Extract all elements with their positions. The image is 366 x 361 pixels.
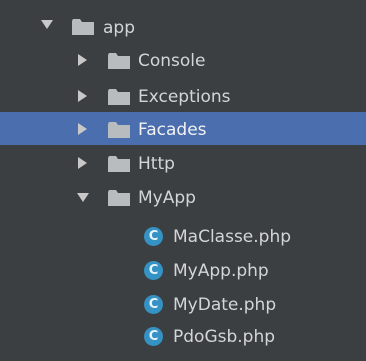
tree-item-console[interactable]: Console [0, 44, 366, 77]
project-tree: app Console Exceptions Facades Http MyAp… [0, 0, 366, 361]
collapsed-arrow-icon[interactable] [78, 123, 87, 135]
tree-item-label: Exceptions [138, 87, 231, 107]
tree-item-label: PdoGsb.php [173, 327, 276, 347]
tree-item-label: MyApp.php [173, 261, 269, 281]
php-class-icon: C [144, 327, 163, 346]
tree-item-label: app [103, 18, 135, 38]
tree-item-mydate-php[interactable]: C MyDate.php [0, 289, 366, 322]
tree-item-label: MyDate.php [173, 295, 277, 315]
collapsed-arrow-icon[interactable] [78, 54, 87, 66]
folder-icon [108, 156, 130, 172]
collapsed-arrow-icon[interactable] [78, 90, 87, 102]
tree-item-maclasse-php[interactable]: C MaClasse.php [0, 221, 366, 254]
expanded-arrow-icon[interactable] [41, 20, 53, 29]
tree-item-app[interactable]: app [0, 11, 366, 44]
tree-item-http[interactable]: Http [0, 147, 366, 180]
tree-item-myapp[interactable]: MyApp [0, 181, 366, 214]
expanded-arrow-icon[interactable] [77, 193, 89, 202]
folder-icon [108, 190, 130, 206]
tree-item-label: Facades [138, 120, 207, 140]
folder-icon [108, 53, 130, 69]
tree-item-label: MyApp [138, 188, 196, 208]
php-class-icon: C [144, 295, 163, 314]
php-class-icon: C [144, 261, 163, 280]
tree-item-facades[interactable]: Facades [0, 112, 366, 145]
folder-icon [108, 122, 130, 138]
tree-item-label: MaClasse.php [173, 227, 292, 247]
tree-item-myapp-php[interactable]: C MyApp.php [0, 255, 366, 288]
php-class-icon: C [144, 227, 163, 246]
collapsed-arrow-icon[interactable] [78, 157, 87, 169]
tree-item-pdogsb-php[interactable]: C PdoGsb.php [0, 321, 366, 354]
tree-item-label: Console [138, 51, 206, 71]
tree-item-exceptions[interactable]: Exceptions [0, 80, 366, 113]
tree-item-label: Http [138, 154, 175, 174]
folder-icon [72, 19, 94, 35]
folder-icon [108, 89, 130, 105]
